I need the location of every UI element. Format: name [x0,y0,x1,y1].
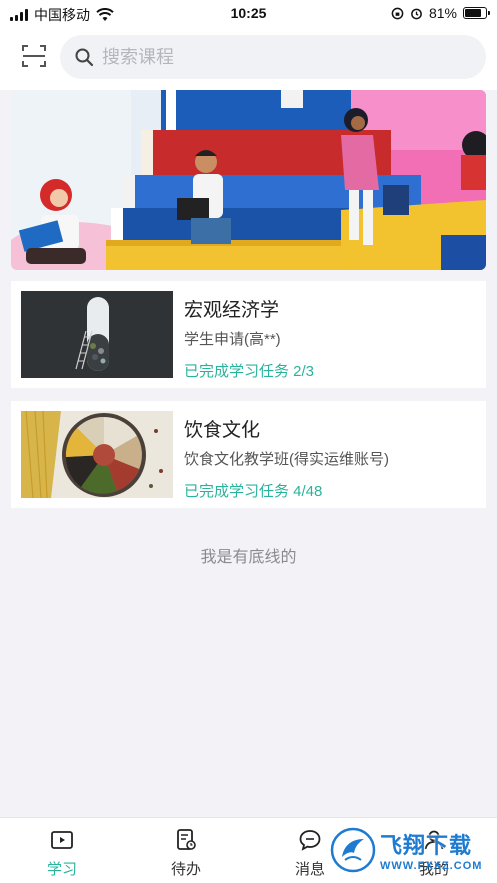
tab-label: 学习 [46,861,77,878]
alarm-icon [411,8,422,19]
scan-icon [22,45,46,67]
course-class: 学生申请(高**) [184,331,281,348]
reading-students-illustration [11,90,486,270]
course-thumbnail [21,411,173,498]
tab-label: 待办 [170,861,201,878]
watermark-url: WWW.FXXZ.COM [380,860,483,872]
capsule-illustration [21,291,173,378]
play-icon [51,831,73,849]
search-bar[interactable] [60,35,486,79]
course-class: 饮食文化教学班(得实运维账号) [184,451,389,468]
course-title: 宏观经济学 [184,300,280,321]
tab-todo[interactable]: 待办 [124,818,248,883]
search-input[interactable] [102,46,462,68]
status-right: 81% [391,5,490,21]
grains-plate-illustration [21,411,173,498]
scan-button[interactable] [20,42,48,70]
end-of-list-note: 我是有底线的 [200,549,297,566]
status-bar: 中国移动 10:25 81% [0,0,497,28]
battery-percent: 81% [428,5,457,21]
search-icon [75,48,94,67]
watermark-title: 飞翔下载 [380,833,473,858]
course-thumbnail [21,291,173,378]
course-card[interactable]: 饮食文化 饮食文化教学班(得实运维账号) 已完成学习任务 4/48 [11,401,486,508]
message-icon [299,830,321,851]
watermark-logo-icon [330,827,376,873]
lock-rotation-icon [391,7,404,19]
watermark-text: 飞翔下载 WWW.FXXZ.COM [380,828,482,872]
course-card[interactable]: 宏观经济学 学生申请(高**) 已完成学习任务 2/3 [11,281,486,388]
course-progress: 已完成学习任务 2/3 [184,363,315,380]
battery-level [465,9,482,17]
tab-study[interactable]: 学习 [0,818,124,883]
course-title: 饮食文化 [184,420,261,441]
header [0,28,497,90]
battery-icon [463,7,490,19]
watermark: 飞翔下载 WWW.FXXZ.COM [330,823,490,877]
course-progress: 已完成学习任务 4/48 [184,483,323,500]
todo-icon [177,829,196,850]
banner-image[interactable] [11,90,486,270]
